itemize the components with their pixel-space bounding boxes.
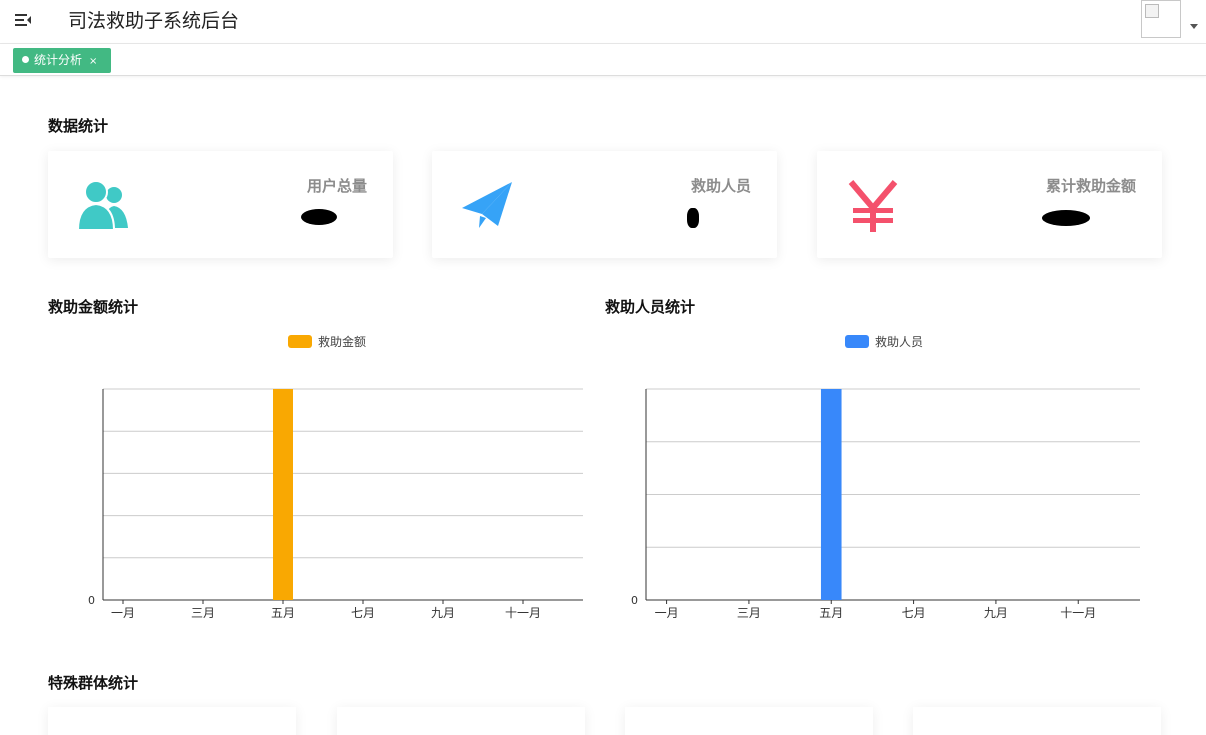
x-tick-label: 九月 bbox=[431, 606, 455, 620]
bar-五月 bbox=[820, 389, 842, 600]
x-tick-label: 三月 bbox=[191, 606, 215, 620]
x-tick-label: 七月 bbox=[902, 606, 926, 620]
special-group-card[interactable] bbox=[913, 707, 1161, 735]
y-tick-label: 0 bbox=[88, 594, 95, 607]
x-tick-label: 七月 bbox=[351, 606, 375, 620]
x-tick-label: 五月 bbox=[271, 606, 295, 620]
bar-五月 bbox=[273, 389, 293, 600]
special-group-card[interactable] bbox=[337, 707, 585, 735]
x-tick-label: 十一月 bbox=[1060, 606, 1096, 620]
y-tick-label: 0 bbox=[631, 594, 638, 607]
x-tick-label: 一月 bbox=[655, 606, 679, 620]
special-group-card[interactable] bbox=[625, 707, 873, 735]
x-tick-label: 五月 bbox=[819, 606, 843, 620]
x-tick-label: 一月 bbox=[111, 606, 135, 620]
special-group-card[interactable] bbox=[48, 707, 296, 735]
amount-bar-chart: 0 一月 三月 五月 七月 九月 十一月 0 一月 三月 五月 七月 九月 十一月 bbox=[88, 388, 1140, 620]
x-tick-label: 三月 bbox=[737, 606, 761, 620]
x-tick-label: 十一月 bbox=[505, 606, 541, 620]
section-title-special-stats: 特殊群体统计 bbox=[48, 674, 139, 692]
x-tick-label: 九月 bbox=[984, 606, 1008, 620]
